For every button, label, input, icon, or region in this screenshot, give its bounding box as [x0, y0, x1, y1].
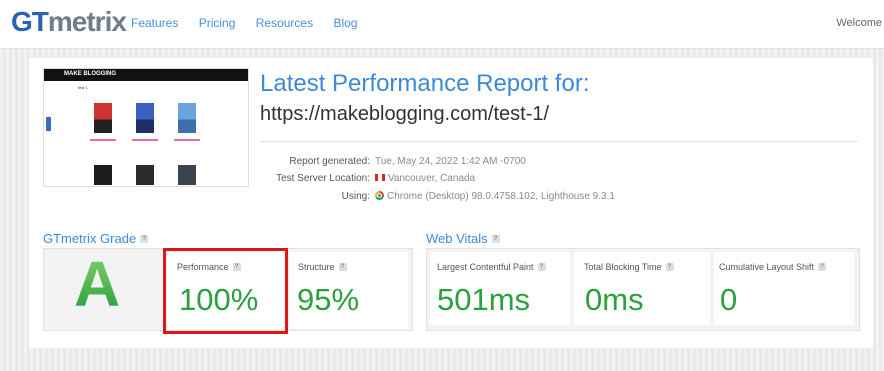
nav-blog[interactable]: Blog [333, 16, 357, 30]
help-icon[interactable]: ? [818, 262, 827, 271]
help-icon[interactable]: ? [338, 262, 347, 271]
thumbnail-product-image [136, 165, 154, 185]
help-icon[interactable]: ? [665, 262, 674, 271]
thumbnail-product-image [178, 165, 196, 185]
main-nav: Features Pricing Resources Blog [131, 16, 374, 30]
thumbnail-caption [132, 139, 158, 141]
report-generated-value: Tue, May 24, 2022 1:42 AM -0700 [375, 156, 526, 167]
nav-features[interactable]: Features [131, 16, 178, 30]
structure-value: 95% [297, 282, 360, 317]
thumbnail-site-logo: MAKE BLOGGING [64, 71, 116, 77]
help-icon[interactable]: ? [491, 234, 500, 243]
thumbnail-caption [174, 139, 200, 141]
report-title: Latest Performance Report for: [260, 70, 590, 97]
chrome-icon [375, 190, 384, 200]
using-value: Chrome (Desktop) 98.0.4758.102, Lighthou… [375, 190, 615, 202]
thumbnail-product-image [94, 103, 112, 133]
thumbnail-side-widget [46, 117, 51, 131]
grade-letter: A [74, 248, 121, 320]
tbt-value: 0ms [585, 282, 644, 317]
welcome-text: Welcome [836, 17, 882, 29]
tbt-label: Total Blocking Time? [584, 262, 674, 272]
page-screenshot-thumbnail[interactable]: MAKE BLOGGING test 1 [43, 68, 249, 187]
nav-resources[interactable]: Resources [256, 16, 313, 30]
cls-label: Cumulative Layout Shift? [719, 262, 827, 272]
help-icon[interactable]: ? [537, 262, 546, 271]
thumbnail-product-image [178, 103, 196, 133]
thumbnail-caption [90, 139, 116, 141]
header-divider [260, 141, 858, 142]
lcp-value: 501ms [437, 282, 531, 317]
gtmetrix-grade-heading: GTmetrix Grade? [43, 231, 149, 246]
help-icon[interactable]: ? [140, 234, 149, 243]
report-url[interactable]: https://makeblogging.com/test-1/ [260, 103, 549, 126]
gtmetrix-logo[interactable]: GTmetrix [11, 6, 127, 38]
web-vitals-heading: Web Vitals? [426, 231, 500, 246]
thumbnail-product-image [136, 103, 154, 133]
canada-flag-icon [375, 173, 385, 181]
performance-highlight-box [163, 248, 288, 334]
lcp-label: Largest Contentful Paint? [437, 262, 546, 272]
top-navigation-bar: GTmetrix Features Pricing Resources Blog… [0, 0, 884, 49]
thumbnail-page-heading: test 1 [78, 85, 88, 90]
thumbnail-product-image [94, 165, 112, 185]
cls-value: 0 [720, 282, 738, 317]
structure-label: Structure? [298, 262, 347, 272]
server-location-value: Vancouver, Canada [375, 173, 475, 184]
nav-pricing[interactable]: Pricing [199, 16, 236, 30]
